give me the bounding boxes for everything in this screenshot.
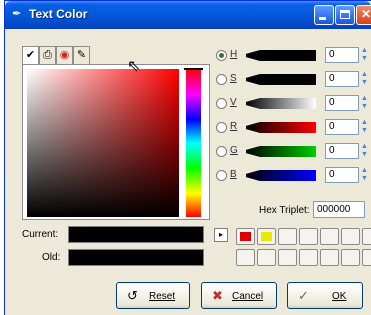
channel-radio[interactable] (216, 122, 227, 133)
current-color-label: Current: (22, 229, 59, 240)
palette-swatch-color (261, 232, 272, 241)
tab-watercolor[interactable]: ◉ (56, 46, 73, 64)
palette-swatch[interactable] (299, 228, 318, 245)
ok-button-label: OK (332, 291, 347, 302)
tab-printer[interactable]: ⎙ (39, 46, 56, 64)
spin-arrows-icon[interactable]: ▲ ▼ (361, 71, 368, 87)
palette-swatch[interactable] (320, 249, 339, 266)
channel-value-input[interactable]: 0 (325, 143, 359, 159)
channel-slider[interactable] (246, 146, 316, 157)
reset-icon: ↺ (127, 288, 138, 303)
reset-button-label: Reset (149, 291, 176, 302)
spin-arrows-icon[interactable]: ▲ ▼ (361, 167, 368, 183)
hue-slider-marker[interactable] (184, 68, 203, 70)
tab-color-picker[interactable]: ✔ (22, 46, 39, 65)
palette-swatch[interactable] (299, 249, 318, 266)
close-button[interactable]: ✕ (356, 5, 371, 25)
palette-swatch[interactable] (278, 228, 297, 245)
ok-button[interactable]: ✓ OK (287, 282, 363, 309)
channel-slider[interactable] (246, 98, 316, 109)
palette-swatch[interactable] (236, 228, 255, 245)
minimize-icon (319, 17, 326, 20)
channel-radio[interactable] (216, 74, 227, 85)
title-bar[interactable]: ✒ Text Color ✕ (5, 1, 371, 29)
old-color-label: Old: (42, 252, 61, 263)
channel-label: B (230, 169, 237, 180)
palette-swatch[interactable] (362, 249, 371, 266)
palette-expand-button[interactable]: ▸ (214, 228, 228, 242)
palette-swatch[interactable] (341, 249, 360, 266)
channel-label: H (230, 49, 238, 60)
palette-swatch[interactable] (362, 228, 371, 245)
palette-swatch[interactable] (320, 228, 339, 245)
channel-value-input[interactable]: 0 (325, 71, 359, 87)
printer-icon: ⎙ (43, 49, 52, 61)
channel-label: V (230, 97, 237, 108)
channel-value-input[interactable]: 0 (325, 167, 359, 183)
current-color-swatch (68, 226, 204, 243)
palette-swatch[interactable] (236, 249, 255, 266)
triangle-right-icon: ▸ (218, 230, 223, 239)
channel-radio[interactable] (216, 146, 227, 157)
channel-slider[interactable] (246, 122, 316, 133)
channel-radio[interactable] (216, 50, 227, 61)
channel-label: G (230, 145, 238, 156)
color-picker-panel (22, 64, 210, 220)
cancel-button-label: Cancel (232, 291, 264, 302)
mouse-cursor-icon: ⇖ (127, 58, 141, 75)
channel-radio[interactable] (216, 98, 227, 109)
palette-swatch-color (240, 232, 251, 241)
channel-value-input[interactable]: 0 (325, 47, 359, 63)
channel-slider[interactable] (246, 170, 316, 181)
cancel-icon: ✖ (212, 288, 223, 303)
palette-swatch[interactable] (278, 249, 297, 266)
minimize-button[interactable] (314, 5, 334, 25)
channel-slider[interactable] (246, 50, 316, 61)
maximize-icon (340, 10, 350, 19)
channel-radio[interactable] (216, 170, 227, 181)
brush-icon: ✎ (76, 49, 87, 61)
hex-triplet-input[interactable]: 000000 (313, 201, 365, 218)
palette-swatch[interactable] (257, 249, 276, 266)
spin-arrows-icon[interactable]: ▲ ▼ (361, 143, 368, 159)
channel-label: R (230, 121, 238, 132)
cancel-button[interactable]: ✖ Cancel (201, 282, 277, 309)
hue-slider[interactable] (186, 69, 201, 217)
palette-swatch[interactable] (257, 228, 276, 245)
palette-swatch[interactable] (341, 228, 360, 245)
color-picker-icon: ✔ (25, 49, 36, 61)
window-title: Text Color (29, 7, 88, 21)
saturation-value-square[interactable] (27, 69, 179, 217)
channel-label: S (230, 73, 237, 84)
hex-triplet-label: Hex Triplet: (259, 205, 310, 216)
channel-slider[interactable] (246, 74, 316, 85)
spin-arrows-icon[interactable]: ▲ ▼ (361, 95, 368, 111)
ok-icon: ✓ (298, 288, 309, 303)
close-icon: ✕ (360, 7, 371, 21)
channel-value-input[interactable]: 0 (325, 95, 359, 111)
watercolor-icon: ◉ (59, 49, 70, 61)
channel-value-input[interactable]: 0 (325, 119, 359, 135)
reset-button[interactable]: ↺ Reset (116, 282, 190, 309)
maximize-button[interactable] (335, 5, 355, 25)
spin-arrows-icon[interactable]: ▲ ▼ (361, 119, 368, 135)
tab-brush[interactable]: ✎ (73, 46, 90, 64)
old-color-swatch[interactable] (68, 249, 204, 266)
app-icon: ✒ (12, 8, 22, 20)
spin-arrows-icon[interactable]: ▲ ▼ (361, 47, 368, 63)
